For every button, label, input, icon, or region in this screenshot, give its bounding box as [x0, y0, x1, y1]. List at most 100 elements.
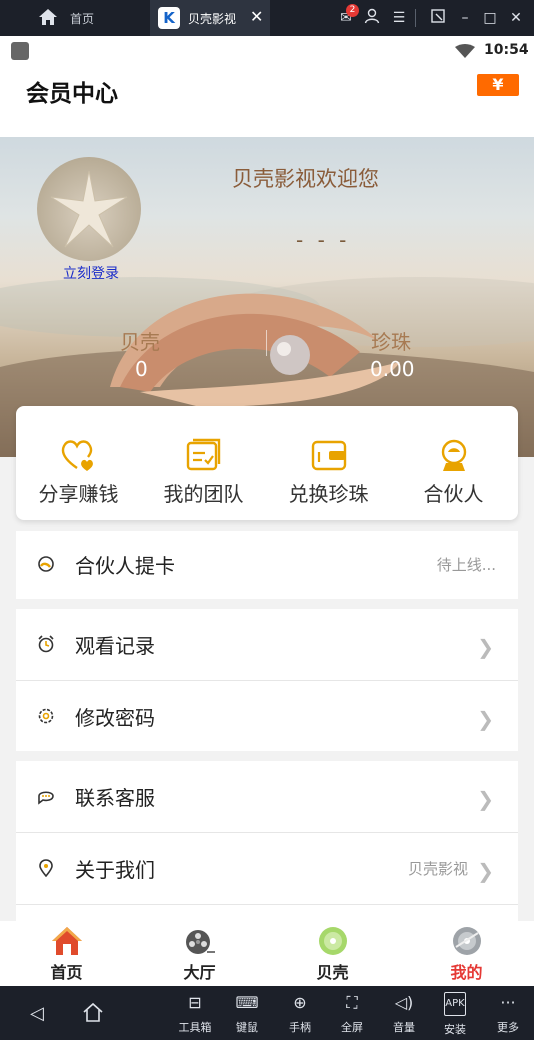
redeem-pearl-button[interactable]: 兑换珍珠: [266, 438, 391, 507]
menu-group-partner: 合伙人提卡 待上线...: [16, 531, 518, 599]
profile-disc-icon: [453, 927, 481, 955]
emulator-app-tab-label: 贝壳影视: [188, 12, 237, 26]
fullscreen-button[interactable]: ⛶ 全屏: [329, 992, 375, 1035]
film-reel-icon: [186, 930, 215, 954]
install-apk-button[interactable]: APK 安装: [432, 992, 478, 1037]
quick-actions-card: 分享赚钱 我的团队 兑换珍珠 合伙人: [16, 406, 518, 520]
back-icon[interactable]: ◁: [30, 1003, 50, 1024]
chevron-right-icon: ❯: [477, 635, 494, 659]
nav-home-label: 首页: [50, 963, 83, 982]
currency-button[interactable]: ¥: [477, 74, 519, 96]
partner-button[interactable]: 合伙人: [391, 438, 516, 507]
team-card-icon: [186, 438, 220, 471]
mail-badge: 2: [346, 4, 359, 17]
history-label: 观看记录: [75, 634, 155, 658]
more-label: 更多: [497, 1021, 519, 1034]
nav-mine-label: 我的: [450, 963, 483, 982]
keyboard-mouse-label: 键鼠: [236, 1021, 258, 1034]
menu-group-support: 联系客服 ❯ 关于我们 贝壳影视 ❯: [16, 761, 518, 921]
welcome-text: 贝壳影视欢迎您: [232, 167, 379, 191]
emulator-app-tab[interactable]: K 贝壳影视 ✕: [150, 0, 270, 36]
more-icon: ···: [500, 993, 516, 1012]
menu-group-account: 观看记录 ❯ 修改密码 ❯: [16, 609, 518, 751]
shell-balance-label: 贝壳: [120, 330, 160, 354]
toolbox-icon: ⊟: [188, 993, 202, 1012]
gamepad-icon: ⊕: [293, 993, 307, 1012]
android-status-bar: 10:54: [0, 36, 534, 65]
emulator-home-tab[interactable]: 首页: [0, 0, 150, 36]
nav-shell[interactable]: 贝壳: [266, 921, 399, 986]
avatar[interactable]: [37, 157, 141, 261]
fullscreen-label: 全屏: [341, 1021, 363, 1034]
user-icon[interactable]: [362, 8, 382, 28]
nav-home[interactable]: 首页: [0, 921, 133, 986]
divider: [415, 9, 416, 27]
about-us-label: 关于我们: [75, 858, 155, 882]
close-tab-icon[interactable]: ✕: [250, 7, 263, 26]
partner-card-label: 合伙人提卡: [75, 554, 175, 578]
divider: [16, 904, 518, 905]
pearl-balance-value: 0.00: [370, 357, 415, 381]
menu-item-partner-card[interactable]: 合伙人提卡 待上线...: [16, 531, 518, 599]
nav-mine[interactable]: 我的: [400, 921, 533, 986]
disc-icon: [319, 927, 347, 955]
home-icon: [39, 9, 57, 25]
page-title: 会员中心: [26, 81, 118, 107]
starfish-avatar-icon: [50, 170, 128, 248]
alarm-clock-icon: [38, 635, 54, 653]
nav-hall-label: 大厅: [183, 963, 216, 982]
close-window-icon[interactable]: ✕: [506, 8, 526, 28]
redeem-pearl-label: 兑换珍珠: [288, 482, 369, 506]
my-team-button[interactable]: 我的团队: [141, 438, 266, 507]
home-icon: [52, 927, 82, 955]
heart-share-icon: [61, 440, 93, 471]
wifi-icon: [455, 44, 475, 58]
status-clock: 10:54: [484, 42, 529, 58]
restore-icon[interactable]: [428, 8, 448, 28]
app-logo-icon: K: [158, 7, 180, 29]
stat-divider: [266, 330, 267, 356]
more-button[interactable]: ··· 更多: [485, 992, 531, 1035]
maximize-icon[interactable]: □: [480, 8, 500, 28]
partner-label: 合伙人: [423, 482, 484, 506]
menu-icon[interactable]: ☰: [389, 8, 409, 28]
login-link[interactable]: 立刻登录: [63, 263, 119, 283]
gamepad-label: 手柄: [289, 1021, 311, 1034]
partner-icon: [441, 439, 466, 471]
username-placeholder: - - -: [296, 228, 351, 252]
gamepad-button[interactable]: ⊕ 手柄: [277, 992, 323, 1035]
menu-item-history[interactable]: 观看记录 ❯: [16, 609, 518, 681]
pearl-balance-label: 珍珠: [371, 330, 411, 354]
emulator-bottom-bar: ◁ ⊟ 工具箱 ⌨ 键鼠 ⊕ 手柄 ⛶ 全屏 ◁) 音量 APK 安装 ··· …: [0, 986, 534, 1040]
android-home-icon[interactable]: [82, 1001, 104, 1027]
change-password-label: 修改密码: [75, 706, 155, 730]
fullscreen-icon: ⛶: [346, 993, 358, 1012]
volume-icon: ◁): [394, 993, 414, 1012]
minimize-icon[interactable]: –: [455, 8, 475, 28]
toolbox-label: 工具箱: [178, 1021, 212, 1034]
emulator-top-bar: 首页 K 贝壳影视 ✕ ✉ 2 ☰ – □ ✕: [0, 0, 534, 36]
volume-button[interactable]: ◁) 音量: [381, 992, 427, 1035]
chevron-right-icon: ❯: [477, 859, 494, 883]
volume-label: 音量: [393, 1021, 415, 1034]
nav-hall[interactable]: 大厅: [133, 921, 266, 986]
menu-item-customer-service[interactable]: 联系客服 ❯: [16, 761, 518, 833]
menu-item-about-us[interactable]: 关于我们 贝壳影视 ❯: [16, 833, 518, 905]
chat-bubble-icon: [38, 791, 54, 805]
coin-icon: [38, 556, 54, 572]
emulator-home-tab-label: 首页: [70, 12, 95, 26]
chevron-right-icon: ❯: [477, 787, 494, 811]
apk-install-icon: APK: [444, 992, 466, 1016]
notification-icon: [11, 42, 29, 60]
chevron-right-icon: ❯: [477, 707, 494, 731]
my-team-label: 我的团队: [163, 482, 244, 506]
menu-item-change-password[interactable]: 修改密码 ❯: [16, 681, 518, 753]
keyboard-mouse-button[interactable]: ⌨ 键鼠: [224, 992, 270, 1035]
settings-gear-icon: [38, 708, 54, 724]
share-earn-label: 分享赚钱: [38, 482, 119, 506]
partner-card-status: 待上线...: [436, 556, 496, 574]
share-earn-button[interactable]: 分享赚钱: [16, 438, 141, 507]
keyboard-icon: ⌨: [235, 993, 259, 1012]
toolbox-button[interactable]: ⊟ 工具箱: [172, 992, 218, 1035]
location-pin-icon: [39, 859, 53, 877]
